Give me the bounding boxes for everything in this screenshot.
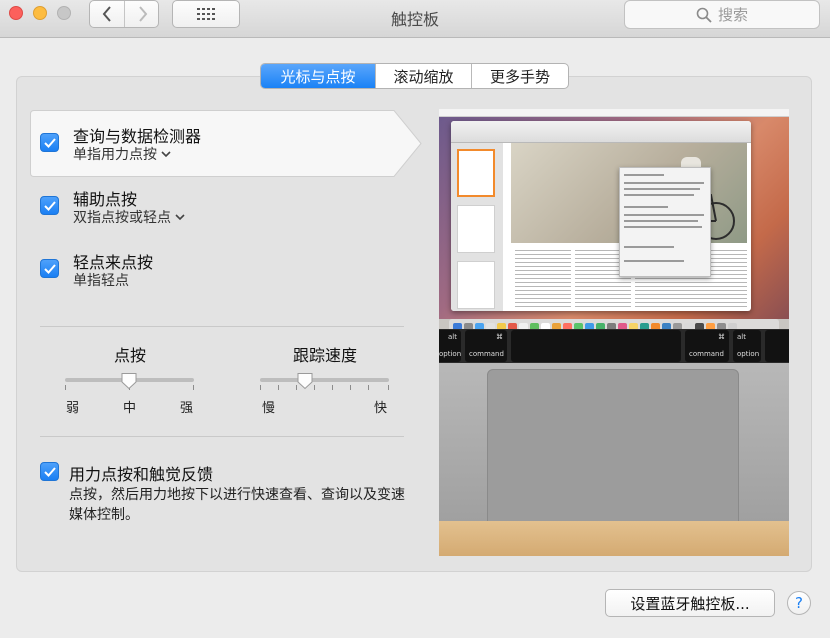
option-subtitle: 双指点按或轻点 <box>73 210 171 226</box>
tracking-fast-label: 快 <box>374 401 388 416</box>
section-divider <box>40 436 404 437</box>
key-label: alt <box>448 333 457 341</box>
grid-icon <box>197 8 215 20</box>
back-button[interactable] <box>90 1 125 27</box>
click-strong-label: 强 <box>180 401 194 416</box>
preview-key-option-left: alt option <box>439 330 461 362</box>
tab-point-and-click[interactable]: 光标与点按 <box>261 64 376 88</box>
chevron-down-icon <box>175 213 185 220</box>
popup-line <box>624 206 668 208</box>
chevron-right-icon <box>138 6 147 22</box>
tab-bar: 光标与点按 滚动缩放 更多手势 <box>260 63 569 89</box>
slider-tick <box>350 385 351 390</box>
preview-app-window <box>451 121 751 311</box>
tracking-slider-knob[interactable] <box>296 372 314 390</box>
popup-line <box>624 226 702 228</box>
force-click-title: 用力点按和触觉反馈 <box>69 465 214 484</box>
slider-tick <box>388 385 389 390</box>
preview-key-arrow-left <box>765 330 789 362</box>
search-field[interactable]: 搜索 <box>624 0 820 29</box>
lookup-gesture-dropdown[interactable]: 单指用力点按 <box>73 144 171 164</box>
search-placeholder: 搜索 <box>717 6 748 24</box>
checkmark-icon <box>43 263 56 274</box>
click-slider-title: 点按 <box>113 346 146 365</box>
forward-button[interactable] <box>125 1 158 27</box>
option-subtitle: 单指用力点按 <box>73 147 157 163</box>
tap-to-click-checkbox[interactable] <box>40 259 59 278</box>
preview-lookup-popup <box>619 167 711 277</box>
tab-more-gestures[interactable]: 更多手势 <box>472 64 568 88</box>
slider-tick <box>314 385 315 390</box>
preview-trackpad <box>487 369 739 527</box>
title-bar: 触控板 搜索 <box>0 0 830 38</box>
slider-tick <box>193 385 194 390</box>
popup-line <box>624 182 704 184</box>
force-click-description: 点按，然后用力地按下以进行快速查看、查询以及变速媒体控制。 <box>69 487 405 523</box>
lookup-checkbox[interactable] <box>40 133 59 152</box>
key-label: option <box>439 350 462 358</box>
slider-tick <box>332 385 333 390</box>
preview-keyboard-row: alt option ⌘ command ⌘ command alt optio… <box>439 329 789 363</box>
popup-line <box>624 214 704 216</box>
slider-tick <box>260 385 261 390</box>
chevron-left-icon <box>102 6 111 22</box>
slider-tick <box>368 385 369 390</box>
gesture-preview-image: alt option ⌘ command ⌘ command alt optio… <box>439 109 789 556</box>
key-label: alt <box>737 333 746 341</box>
tracking-slider-title: 跟踪速度 <box>292 346 357 365</box>
popup-line <box>624 220 698 222</box>
force-click-checkbox[interactable] <box>40 462 59 481</box>
popup-line <box>624 260 684 262</box>
help-button[interactable]: ? <box>787 591 811 615</box>
secondary-click-checkbox[interactable] <box>40 196 59 215</box>
preview-laptop-body <box>439 363 789 529</box>
preview-table-surface <box>439 521 789 556</box>
preview-desktop <box>439 117 789 335</box>
search-icon <box>696 7 712 23</box>
click-medium-label: 中 <box>123 401 137 416</box>
tracking-slow-label: 慢 <box>262 401 276 416</box>
popup-line <box>624 194 694 196</box>
show-all-button[interactable] <box>172 0 240 28</box>
checkmark-icon <box>43 200 56 211</box>
preview-thumbnails <box>451 143 503 311</box>
preview-thumbnail <box>457 149 495 197</box>
close-window-button[interactable] <box>9 6 23 20</box>
preview-page <box>511 143 747 311</box>
preview-toolbar <box>451 121 751 143</box>
slider-tick <box>65 385 66 390</box>
key-label: ⌘ <box>718 333 725 341</box>
popup-line <box>624 174 664 176</box>
key-label: option <box>737 350 760 358</box>
key-label: command <box>469 350 504 358</box>
tracking-slider-track[interactable] <box>260 378 389 382</box>
click-slider-knob[interactable] <box>120 372 138 390</box>
section-divider <box>40 326 404 327</box>
option-subtitle: 单指轻点 <box>73 273 129 289</box>
checkmark-icon <box>43 466 56 477</box>
navigation-buttons <box>89 0 159 28</box>
click-weak-label: 弱 <box>66 401 80 416</box>
minimize-window-button[interactable] <box>33 6 47 20</box>
key-label: ⌘ <box>496 333 503 341</box>
popup-line <box>624 188 700 190</box>
checkmark-icon <box>43 137 56 148</box>
preview-thumbnail <box>457 205 495 253</box>
preview-text-column <box>515 247 571 307</box>
slider-tick <box>278 385 279 390</box>
chevron-down-icon <box>161 150 171 157</box>
preview-thumbnail <box>457 261 495 309</box>
key-label: command <box>689 350 724 358</box>
tab-scroll-and-zoom[interactable]: 滚动缩放 <box>376 64 472 88</box>
preview-key-space <box>511 330 681 362</box>
zoom-window-button[interactable] <box>57 6 71 20</box>
secondary-click-dropdown[interactable]: 双指点按或轻点 <box>73 207 185 227</box>
preview-key-command-left: ⌘ command <box>465 330 507 362</box>
set-up-bluetooth-trackpad-button[interactable]: 设置蓝牙触控板... <box>605 589 775 617</box>
preview-key-option-right: alt option <box>733 330 761 362</box>
popup-line <box>624 246 674 248</box>
preview-menubar <box>439 109 789 117</box>
preview-key-command-right: ⌘ command <box>685 330 729 362</box>
